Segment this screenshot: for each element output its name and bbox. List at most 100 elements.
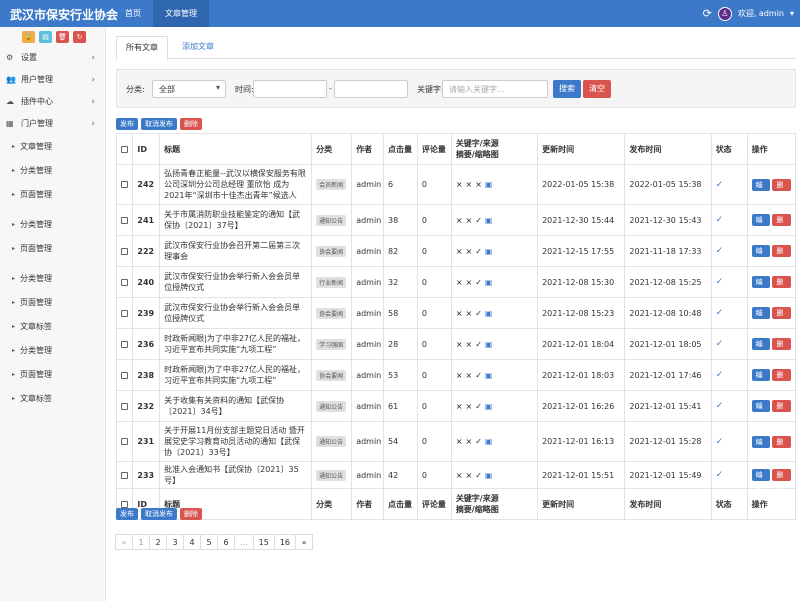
row-title[interactable]: 武汉市保安行业协会举行新入会会员单位授牌仪式: [159, 297, 313, 329]
edit-button[interactable]: 编辑: [751, 245, 771, 267]
row-checkbox[interactable]: [121, 216, 128, 224]
row-title[interactable]: 批准入会通知书【武保协〔2021〕35号】: [159, 461, 313, 489]
publish-button[interactable]: 发布: [116, 508, 138, 520]
sidebar-subitem-pages[interactable]: ▸ 页面管理: [0, 363, 105, 387]
page-link[interactable]: 4: [183, 534, 201, 550]
row-checkbox[interactable]: [121, 371, 128, 379]
filter-bar: 分类: 全部 时间: - 关键字: 请输入关键字... 搜索 清空: [116, 69, 796, 108]
edit-button[interactable]: 编辑: [751, 400, 771, 422]
edit-button[interactable]: 编辑: [751, 178, 771, 201]
delete-button[interactable]: 删除: [772, 178, 791, 201]
page-prev[interactable]: «: [115, 534, 133, 550]
row-checkbox[interactable]: [121, 309, 128, 317]
sidebar-subitem-tags[interactable]: ▸ 文章标签: [0, 315, 105, 339]
sidebar-subitem-pages[interactable]: ▸ 页面管理: [0, 237, 105, 261]
shortcut-trash-icon[interactable]: 🗑: [56, 31, 69, 43]
delete-button[interactable]: 删除: [772, 369, 791, 391]
keyword-input[interactable]: 请输入关键字...: [442, 80, 548, 98]
category-select[interactable]: 全部: [152, 80, 226, 98]
row-checkbox[interactable]: [121, 181, 128, 188]
unpublish-button[interactable]: 取消发布: [141, 508, 177, 520]
sidebar-item-plugins[interactable]: ☁ 插件中心 ›: [0, 91, 105, 113]
publish-button[interactable]: 发布: [116, 118, 138, 130]
delete-button[interactable]: 删除: [772, 307, 791, 329]
row-category-cell: 通知公告: [311, 421, 353, 462]
clear-button[interactable]: 清空: [583, 80, 611, 98]
sidebar-subitem-pages[interactable]: ▸ 页面管理: [0, 183, 105, 207]
row-checkbox[interactable]: [121, 340, 128, 348]
delete-button[interactable]: 删除: [772, 400, 791, 422]
nav-home[interactable]: 首页: [113, 0, 153, 27]
sidebar-subitem-categories[interactable]: ▸ 分类管理: [0, 159, 105, 183]
page-link[interactable]: 3: [166, 534, 184, 550]
row-flags: ××✓▣: [450, 421, 539, 462]
row-title[interactable]: 关于开展11月份支部主题党日活动 暨开展党史学习教育动员活动的通知【武保协〔20…: [159, 421, 313, 462]
sidebar-subitem-tags[interactable]: ▸ 文章标签: [0, 387, 105, 411]
page-link[interactable]: 1: [132, 534, 150, 550]
page-link[interactable]: 15: [252, 534, 275, 550]
search-button[interactable]: 搜索: [553, 80, 581, 98]
shortcut-lock-icon[interactable]: 🔒: [22, 31, 35, 43]
sidebar-item-users[interactable]: 👥 用户管理 ›: [0, 69, 105, 91]
end-time-input[interactable]: [334, 80, 408, 98]
edit-button[interactable]: 编辑: [751, 307, 771, 329]
row-title[interactable]: 时政新闻眼|为了中非27亿人民的福祉，习近平宣布共同实施“九项工程”: [159, 359, 313, 391]
table-row: 233 批准入会通知书【武保协〔2021〕35号】 通知公告 admin 42 0 ××✓▣…: [115, 461, 797, 491]
sidebar-subitem-categories[interactable]: ▸ 分类管理: [0, 339, 105, 363]
page-link[interactable]: 2: [149, 534, 167, 550]
page-next[interactable]: »: [295, 534, 314, 550]
bulk-delete-button[interactable]: 删除: [180, 508, 202, 520]
bulk-delete-button[interactable]: 删除: [180, 118, 202, 130]
unpublish-button[interactable]: 取消发布: [141, 118, 177, 130]
row-title[interactable]: 时政新闻眼|为了中非27亿人民的福祉，习近平宣布共同实施“九项工程”: [159, 328, 313, 360]
row-title[interactable]: 弘扬青春正能量--武汉以横保安服务有限公司深圳分公司总经理 董欣怡 成为2021…: [159, 164, 313, 205]
sidebar-item-portal[interactable]: ▦ 门户管理 ›: [0, 113, 105, 135]
page-link[interactable]: ...: [234, 534, 254, 550]
edit-button[interactable]: 编辑: [751, 435, 771, 458]
edit-button[interactable]: 编辑: [751, 469, 771, 491]
delete-button[interactable]: 删除: [772, 469, 791, 491]
site-brand[interactable]: 武汉市保安行业协会: [10, 6, 118, 23]
delete-button[interactable]: 删除: [772, 435, 791, 458]
row-title[interactable]: 武汉市保安行业协会举行新入会会员单位授牌仪式: [159, 266, 313, 298]
select-all-checkbox[interactable]: [121, 145, 128, 153]
sidebar-subitem-categories[interactable]: ▸ 分类管理: [0, 267, 105, 291]
page-link[interactable]: 6: [217, 534, 235, 550]
row-title[interactable]: 关于收集有关资料的通知【武保协〔2021〕34号】: [159, 390, 313, 422]
edit-button[interactable]: 编辑: [751, 214, 771, 236]
row-title[interactable]: 关于市属消防职业技能鉴定的通知【武保协〔2021〕37号】: [159, 204, 313, 236]
row-checkbox[interactable]: [121, 278, 128, 286]
select-all-checkbox[interactable]: [121, 500, 128, 508]
shortcut-file-icon[interactable]: ▤: [39, 31, 52, 43]
row-checkbox[interactable]: [121, 471, 128, 479]
row-checkbox[interactable]: [121, 438, 128, 445]
sidebar-subitem-categories[interactable]: ▸ 分类管理: [0, 213, 105, 237]
row-checkbox[interactable]: [121, 247, 128, 255]
refresh-icon[interactable]: ⟳: [703, 7, 712, 20]
delete-button[interactable]: 删除: [772, 338, 791, 360]
sidebar-item-settings[interactable]: ⚙ 设置 ›: [0, 47, 105, 69]
flag-3: ▣: [484, 246, 496, 256]
tab-all-articles[interactable]: 所有文章: [116, 36, 168, 60]
sidebar-subitem-pages[interactable]: ▸ 页面管理: [0, 291, 105, 315]
delete-button[interactable]: 删除: [772, 276, 791, 298]
user-greeting[interactable]: 欢迎, admin: [738, 8, 784, 19]
row-checkbox[interactable]: [121, 402, 128, 410]
sidebar-subitem-articles[interactable]: ▸ 文章管理: [0, 135, 105, 159]
row-flags: ××✓▣: [450, 390, 539, 422]
row-title[interactable]: 武汉市保安行业协会召开第二届第三次理事会: [159, 235, 313, 267]
delete-button[interactable]: 删除: [772, 214, 791, 236]
edit-button[interactable]: 编辑: [751, 338, 771, 360]
start-time-input[interactable]: [253, 80, 327, 98]
nav-article-management[interactable]: 文章管理: [153, 0, 209, 27]
avatar[interactable]: ♙: [717, 6, 732, 21]
edit-button[interactable]: 编辑: [751, 276, 771, 298]
tab-add-article[interactable]: 添加文章: [173, 36, 223, 60]
flag-3: ▣: [484, 437, 496, 446]
page-link[interactable]: 5: [200, 534, 218, 550]
page-link[interactable]: 16: [273, 534, 297, 550]
shortcut-refresh-icon[interactable]: ↻: [73, 31, 86, 43]
caret-down-icon[interactable]: ▾: [790, 9, 794, 18]
delete-button[interactable]: 删除: [772, 245, 791, 267]
edit-button[interactable]: 编辑: [751, 369, 771, 391]
